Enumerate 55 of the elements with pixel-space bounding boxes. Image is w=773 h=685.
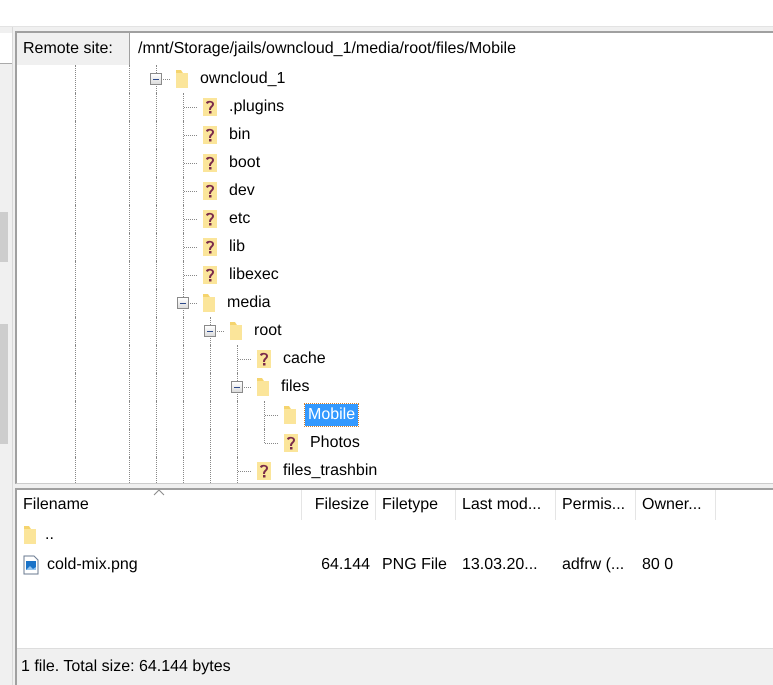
remote-site-label: Remote site: (17, 33, 130, 65)
question-folder-icon (202, 265, 218, 285)
tree-item[interactable]: bin (226, 124, 254, 146)
question-folder-icon (202, 153, 218, 173)
file-cell: adfrw (... (562, 556, 624, 574)
file-cell: 64.144 (321, 556, 370, 574)
file-cell: 13.03.20... (462, 556, 538, 574)
question-folder-icon (256, 461, 272, 481)
folder-icon (175, 69, 189, 89)
tree-item[interactable]: media (224, 292, 274, 314)
question-folder-icon (202, 209, 218, 229)
file-cell: 80 0 (642, 556, 674, 574)
column-header[interactable]: Last mod... (456, 490, 556, 520)
folder-icon (256, 377, 270, 397)
question-folder-icon (202, 125, 218, 145)
sort-caret-icon (153, 489, 165, 496)
column-header[interactable]: Filetype (376, 490, 456, 520)
tree-item[interactable]: files (278, 376, 312, 398)
image-file-icon (23, 555, 39, 575)
column-header[interactable]: Owner... (636, 490, 716, 520)
folder-icon (283, 405, 297, 425)
tree-item[interactable]: libexec (226, 264, 282, 286)
file-cell: PNG File (382, 556, 447, 574)
collapse-toggle[interactable] (177, 297, 189, 309)
tree-item[interactable]: files_trashbin (280, 460, 380, 482)
collapse-toggle[interactable] (231, 381, 243, 393)
collapse-toggle[interactable] (204, 325, 216, 337)
question-folder-icon (283, 433, 299, 453)
question-folder-icon (202, 181, 218, 201)
tree-item[interactable]: owncloud_1 (197, 68, 288, 90)
question-folder-icon (256, 349, 272, 369)
tree-item[interactable]: boot (226, 152, 264, 174)
folder-icon (202, 293, 216, 313)
column-header[interactable]: Filesize (302, 490, 376, 520)
column-header[interactable]: Permis... (556, 490, 636, 520)
status-bar: 1 file. Total size: 64.144 bytes (17, 648, 773, 685)
scrollbar-thumb[interactable] (0, 324, 8, 444)
file-name[interactable]: .. (45, 526, 54, 544)
folder-icon (23, 525, 37, 545)
scrollbar-thumb[interactable] (0, 212, 8, 262)
remote-path-field[interactable]: /mnt/Storage/jails/owncloud_1/media/root/files/Mobile (130, 33, 773, 65)
question-folder-icon (202, 97, 218, 117)
tree-item[interactable]: .plugins (226, 96, 288, 118)
file-name[interactable]: cold-mix.png (47, 556, 138, 574)
tree-item[interactable]: dev (226, 180, 258, 202)
tree-item[interactable]: etc (226, 208, 254, 230)
collapse-toggle[interactable] (150, 73, 162, 85)
folder-icon (229, 321, 243, 341)
side-panel-field[interactable] (0, 33, 12, 64)
column-header[interactable]: Filename (17, 490, 302, 520)
tree-item[interactable]: lib (226, 236, 248, 258)
question-folder-icon (202, 237, 218, 257)
tree-item[interactable]: cache (280, 348, 329, 370)
tree-item[interactable]: root (251, 320, 285, 342)
tree-item[interactable]: Photos (307, 432, 363, 454)
